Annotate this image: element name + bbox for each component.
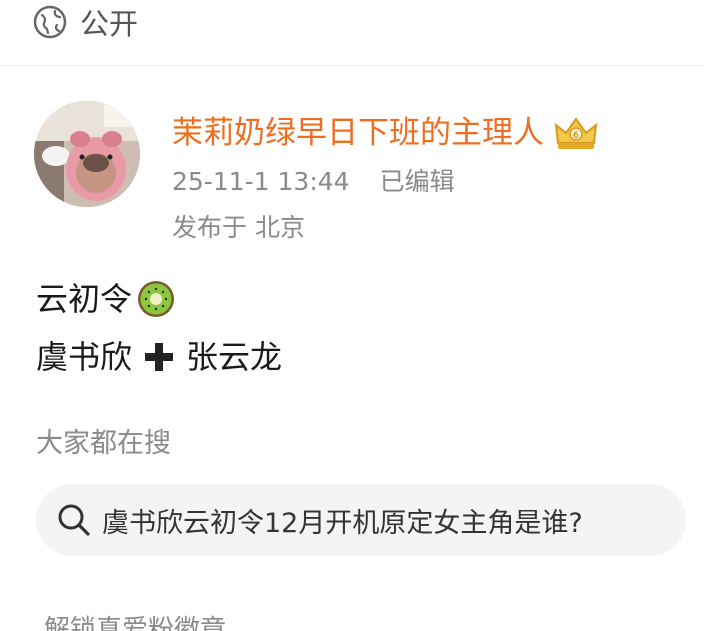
plus-icon bbox=[145, 343, 174, 371]
post-text-line-2: 虞书欣 张云龙 bbox=[36, 334, 282, 380]
header-divider bbox=[0, 65, 704, 66]
visibility-label: 公开 bbox=[80, 7, 139, 41]
avatar[interactable] bbox=[34, 101, 140, 207]
visibility-bar[interactable]: 公开 bbox=[0, 0, 704, 64]
post-timestamp: 25-11-1 13:44 bbox=[172, 167, 350, 196]
globe-icon bbox=[33, 5, 67, 39]
post-detail-page: 公开 茉莉奶绿早日下班的主理人 6 25-11-1 13:44 已编辑 发布于 … bbox=[0, 0, 704, 631]
search-icon bbox=[58, 504, 90, 536]
post-meta: 25-11-1 13:44 已编辑 bbox=[172, 164, 455, 200]
trending-search-item[interactable]: 虞书欣云初令12月开机原定女主角是谁? bbox=[36, 484, 686, 556]
trending-search-query[interactable]: 虞书欣云初令12月开机原定女主角是谁? bbox=[102, 501, 583, 540]
post-text-c[interactable]: 张云龙 bbox=[186, 334, 282, 380]
kiwi-icon bbox=[138, 281, 175, 317]
svg-text:6: 6 bbox=[573, 131, 579, 141]
post-text-b[interactable]: 虞书欣 bbox=[36, 334, 132, 380]
username-row[interactable]: 茉莉奶绿早日下班的主理人 6 bbox=[172, 110, 600, 156]
trending-search-title: 大家都在搜 bbox=[36, 428, 171, 459]
post-text-a: 云初令 bbox=[36, 280, 133, 318]
username[interactable]: 茉莉奶绿早日下班的主理人 bbox=[172, 110, 544, 156]
post-text-line-1: 云初令 bbox=[36, 276, 176, 322]
post-location: 发布于 北京 bbox=[172, 213, 305, 242]
crown-badge-icon[interactable]: 6 bbox=[552, 113, 600, 153]
fan-badge-label: 解锁真爱粉徽章 bbox=[44, 615, 227, 631]
avatar-image bbox=[34, 101, 140, 207]
edited-label[interactable]: 已编辑 bbox=[380, 167, 455, 196]
